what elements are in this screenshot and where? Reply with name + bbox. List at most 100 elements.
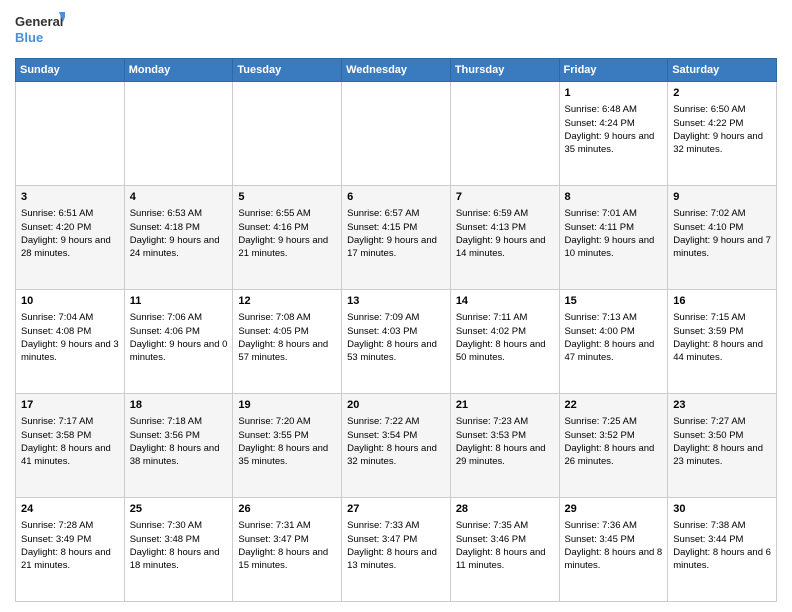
day-info: Daylight: 9 hours and 32 minutes. <box>673 130 771 157</box>
day-info: Sunrise: 7:04 AM <box>21 311 119 324</box>
day-info: Daylight: 8 hours and 41 minutes. <box>21 442 119 469</box>
day-info: Sunrise: 7:01 AM <box>565 207 663 220</box>
calendar-cell: 28Sunrise: 7:35 AMSunset: 3:46 PMDayligh… <box>450 498 559 602</box>
day-info: Daylight: 8 hours and 50 minutes. <box>456 338 554 365</box>
day-info: Sunrise: 7:17 AM <box>21 415 119 428</box>
day-info: Sunset: 3:56 PM <box>130 429 228 442</box>
weekday-header-monday: Monday <box>124 59 233 82</box>
day-info: Sunrise: 7:18 AM <box>130 415 228 428</box>
day-info: Sunset: 3:55 PM <box>238 429 336 442</box>
day-number: 9 <box>673 190 771 205</box>
day-info: Sunrise: 7:02 AM <box>673 207 771 220</box>
calendar-cell: 4Sunrise: 6:53 AMSunset: 4:18 PMDaylight… <box>124 186 233 290</box>
calendar-cell: 5Sunrise: 6:55 AMSunset: 4:16 PMDaylight… <box>233 186 342 290</box>
day-info: Daylight: 9 hours and 10 minutes. <box>565 234 663 261</box>
day-info: Sunset: 3:44 PM <box>673 533 771 546</box>
day-info: Daylight: 8 hours and 11 minutes. <box>456 546 554 573</box>
day-number: 19 <box>238 398 336 413</box>
day-info: Daylight: 9 hours and 17 minutes. <box>347 234 445 261</box>
day-number: 2 <box>673 86 771 101</box>
calendar-cell: 11Sunrise: 7:06 AMSunset: 4:06 PMDayligh… <box>124 290 233 394</box>
day-info: Sunrise: 6:50 AM <box>673 103 771 116</box>
calendar-cell: 26Sunrise: 7:31 AMSunset: 3:47 PMDayligh… <box>233 498 342 602</box>
calendar-cell: 24Sunrise: 7:28 AMSunset: 3:49 PMDayligh… <box>16 498 125 602</box>
day-info: Sunrise: 7:38 AM <box>673 519 771 532</box>
day-number: 22 <box>565 398 663 413</box>
calendar-cell: 13Sunrise: 7:09 AMSunset: 4:03 PMDayligh… <box>342 290 451 394</box>
day-info: Sunset: 4:16 PM <box>238 221 336 234</box>
calendar-cell <box>16 82 125 186</box>
calendar-cell: 7Sunrise: 6:59 AMSunset: 4:13 PMDaylight… <box>450 186 559 290</box>
day-info: Daylight: 8 hours and 29 minutes. <box>456 442 554 469</box>
day-info: Sunrise: 7:35 AM <box>456 519 554 532</box>
calendar-cell: 16Sunrise: 7:15 AMSunset: 3:59 PMDayligh… <box>668 290 777 394</box>
calendar-cell: 27Sunrise: 7:33 AMSunset: 3:47 PMDayligh… <box>342 498 451 602</box>
day-info: Sunset: 4:02 PM <box>456 325 554 338</box>
day-info: Sunrise: 7:36 AM <box>565 519 663 532</box>
day-number: 12 <box>238 294 336 309</box>
day-info: Daylight: 8 hours and 35 minutes. <box>238 442 336 469</box>
day-info: Daylight: 9 hours and 24 minutes. <box>130 234 228 261</box>
calendar-cell: 3Sunrise: 6:51 AMSunset: 4:20 PMDaylight… <box>16 186 125 290</box>
calendar-cell: 15Sunrise: 7:13 AMSunset: 4:00 PMDayligh… <box>559 290 668 394</box>
day-info: Daylight: 9 hours and 3 minutes. <box>21 338 119 365</box>
calendar-cell: 23 Sunrise: 7:27 AMSunset: 3:50 PMDayligh… <box>668 394 777 498</box>
calendar-cell: 6Sunrise: 6:57 AMSunset: 4:15 PMDaylight… <box>342 186 451 290</box>
day-info: Sunrise: 6:53 AM <box>130 207 228 220</box>
day-info: Sunset: 4:05 PM <box>238 325 336 338</box>
calendar-table: SundayMondayTuesdayWednesdayThursdayFrid… <box>15 58 777 602</box>
day-info: Sunrise: 7:25 AM <box>565 415 663 428</box>
day-number: 28 <box>456 502 554 517</box>
day-info: Sunset: 4:06 PM <box>130 325 228 338</box>
weekday-header-saturday: Saturday <box>668 59 777 82</box>
day-info: Daylight: 9 hours and 14 minutes. <box>456 234 554 261</box>
day-info: Daylight: 8 hours and 23 minutes. <box>673 442 771 469</box>
day-number: 3 <box>21 190 119 205</box>
day-info: Sunrise: 6:48 AM <box>565 103 663 116</box>
calendar-cell: 22Sunrise: 7:25 AMSunset: 3:52 PMDayligh… <box>559 394 668 498</box>
day-info: Sunrise: 7:31 AM <box>238 519 336 532</box>
day-info: Daylight: 8 hours and 57 minutes. <box>238 338 336 365</box>
calendar-cell: 8Sunrise: 7:01 AMSunset: 4:11 PMDaylight… <box>559 186 668 290</box>
day-info: Sunrise: 7:20 AM <box>238 415 336 428</box>
day-info: Daylight: 8 hours and 32 minutes. <box>347 442 445 469</box>
calendar-cell: 12Sunrise: 7:08 AMSunset: 4:05 PMDayligh… <box>233 290 342 394</box>
weekday-header-tuesday: Tuesday <box>233 59 342 82</box>
day-info: Sunrise: 7:30 AM <box>130 519 228 532</box>
calendar-cell <box>450 82 559 186</box>
calendar-cell: 25Sunrise: 7:30 AMSunset: 3:48 PMDayligh… <box>124 498 233 602</box>
logo: General Blue <box>15 10 65 50</box>
day-info: Sunset: 3:50 PM <box>673 429 771 442</box>
calendar-cell: 19 Sunrise: 7:20 AMSunset: 3:55 PMDayligh… <box>233 394 342 498</box>
day-info: Sunrise: 6:57 AM <box>347 207 445 220</box>
day-number: 1 <box>565 86 663 101</box>
week-row-3: 10Sunrise: 7:04 AMSunset: 4:08 PMDayligh… <box>16 290 777 394</box>
week-row-1: 1Sunrise: 6:48 AMSunset: 4:24 PMDaylight… <box>16 82 777 186</box>
logo-icon: General Blue <box>15 10 65 50</box>
day-info: Daylight: 9 hours and 21 minutes. <box>238 234 336 261</box>
day-info: Sunset: 4:20 PM <box>21 221 119 234</box>
day-info: Sunrise: 7:27 AM <box>673 415 771 428</box>
day-info: Sunrise: 7:23 AM <box>456 415 554 428</box>
day-info: Sunset: 3:53 PM <box>456 429 554 442</box>
day-info: Sunset: 4:18 PM <box>130 221 228 234</box>
week-row-5: 24Sunrise: 7:28 AMSunset: 3:49 PMDayligh… <box>16 498 777 602</box>
day-info: Sunrise: 6:59 AM <box>456 207 554 220</box>
day-info: Daylight: 9 hours and 28 minutes. <box>21 234 119 261</box>
day-info: Sunset: 3:58 PM <box>21 429 119 442</box>
day-info: Sunset: 3:52 PM <box>565 429 663 442</box>
day-info: Sunrise: 6:55 AM <box>238 207 336 220</box>
day-number: 8 <box>565 190 663 205</box>
day-number: 10 <box>21 294 119 309</box>
day-info: Sunset: 3:47 PM <box>238 533 336 546</box>
day-number: 26 <box>238 502 336 517</box>
day-info: Daylight: 8 hours and 21 minutes. <box>21 546 119 573</box>
day-info: Sunrise: 7:28 AM <box>21 519 119 532</box>
day-info: Sunset: 3:54 PM <box>347 429 445 442</box>
day-number: 16 <box>673 294 771 309</box>
weekday-header-row: SundayMondayTuesdayWednesdayThursdayFrid… <box>16 59 777 82</box>
day-info: Daylight: 8 hours and 47 minutes. <box>565 338 663 365</box>
day-number: 23 <box>673 398 771 413</box>
day-info: Sunset: 4:13 PM <box>456 221 554 234</box>
day-info: Sunset: 4:15 PM <box>347 221 445 234</box>
